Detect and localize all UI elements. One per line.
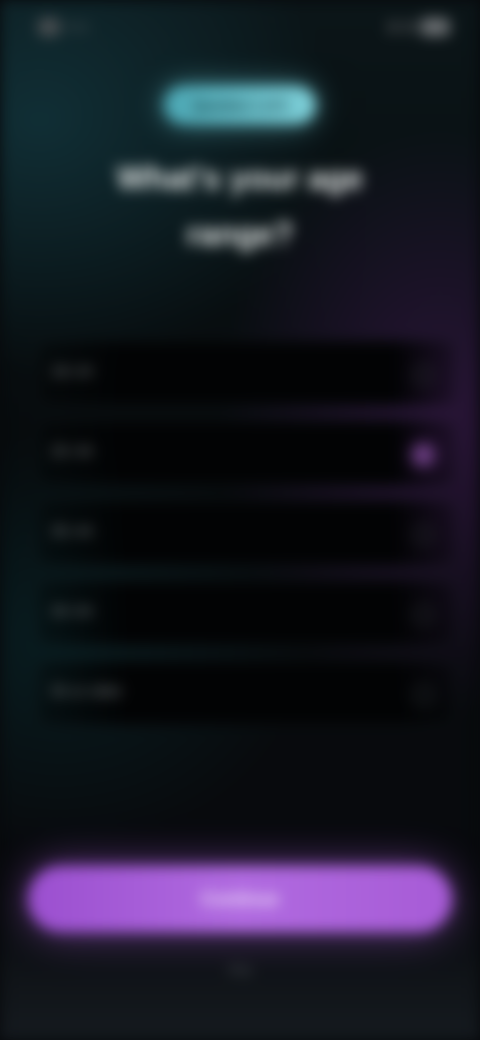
page-title: What's your age range? — [117, 160, 363, 252]
option-label: 35–44 — [51, 523, 93, 540]
option-label: 18–24 — [51, 363, 93, 380]
option-item[interactable]: 35–44 — [36, 500, 456, 566]
radio-icon[interactable] — [413, 365, 433, 385]
signal-icon — [388, 21, 398, 33]
radio-icon[interactable] — [413, 685, 433, 705]
option-item[interactable]: 25–34 — [36, 420, 456, 486]
continue-button[interactable]: Continue — [28, 866, 452, 932]
option-item[interactable]: 55 or older — [36, 660, 456, 726]
onboarding-screen: 9:41 Question 1 of 5 What's your age ran… — [0, 0, 480, 1040]
radio-icon[interactable] — [413, 525, 433, 545]
status-bar: 9:41 — [0, 0, 480, 54]
option-label: 25–34 — [51, 443, 93, 460]
status-indicators — [388, 18, 450, 36]
skip-link[interactable]: Skip — [210, 962, 270, 977]
option-label: 55 or older — [51, 683, 123, 700]
option-item[interactable]: 45–54 — [36, 580, 456, 646]
radio-icon[interactable] — [413, 605, 433, 625]
wifi-icon — [404, 21, 414, 33]
radio-icon[interactable] — [413, 445, 433, 465]
status-time: 9:41 — [66, 20, 90, 34]
option-label: 45–54 — [51, 603, 93, 620]
progress-pill: Question 1 of 5 — [164, 86, 316, 124]
app-icon — [38, 18, 60, 36]
options-list: 18–24 25–34 35–44 45–54 55 or older — [36, 340, 456, 740]
option-item[interactable]: 18–24 — [36, 340, 456, 406]
battery-icon — [420, 18, 450, 36]
